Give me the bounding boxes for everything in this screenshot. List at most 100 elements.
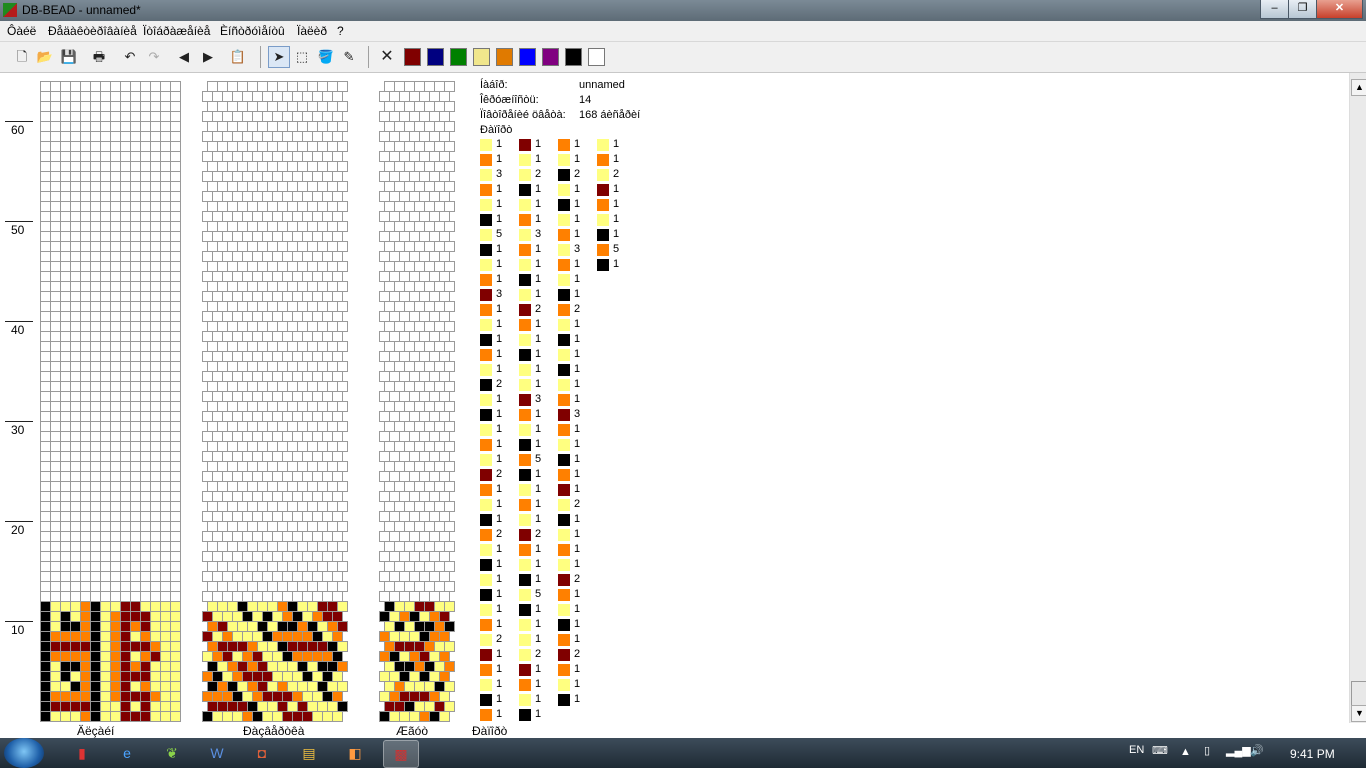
bead-count: 2 bbox=[496, 633, 503, 645]
palette-swatch[interactable] bbox=[519, 48, 536, 66]
dbbead-app-icon[interactable]: ▩ bbox=[383, 740, 419, 768]
leaf-app-icon[interactable]: ❦ bbox=[155, 740, 189, 766]
palette-swatch[interactable] bbox=[404, 48, 421, 66]
network-icon[interactable]: ▂▄▆ bbox=[1226, 744, 1251, 757]
bead-count: 1 bbox=[535, 348, 542, 360]
paint-app-icon[interactable]: ◧ bbox=[338, 740, 372, 766]
bead-count: 1 bbox=[496, 678, 503, 690]
eyedropper-icon[interactable]: ✎ bbox=[339, 47, 359, 67]
bead-count: 2 bbox=[496, 378, 503, 390]
menu-view[interactable]: Ïòîáðàæåíèå bbox=[143, 24, 210, 38]
menu-help[interactable]: ? bbox=[337, 24, 344, 38]
bead-count: 1 bbox=[574, 618, 581, 630]
scroll-down-icon[interactable]: ▼ bbox=[1351, 705, 1366, 722]
menu-bar: Ôàéë Ðåäàêòèðîâàíèå Ïòîáðàæåíèå Èíñòðóìå… bbox=[0, 21, 1366, 42]
scroll-thumb[interactable] bbox=[1351, 681, 1366, 707]
bead-color-swatch bbox=[558, 634, 570, 646]
new-file-icon[interactable]: 🗋 bbox=[12, 47, 32, 67]
bead-count: 1 bbox=[535, 198, 542, 210]
bead-count: 1 bbox=[496, 648, 503, 660]
palette-swatch[interactable] bbox=[496, 48, 513, 66]
save-icon[interactable]: 💾 bbox=[59, 47, 79, 67]
start-button[interactable] bbox=[4, 738, 44, 768]
bead-count: 2 bbox=[613, 168, 620, 180]
bead-cell[interactable] bbox=[170, 711, 181, 722]
bead-color-swatch bbox=[480, 499, 492, 511]
bead-cell[interactable] bbox=[332, 711, 343, 722]
language-indicator[interactable]: EN bbox=[1129, 744, 1144, 756]
ruler-label: 20 bbox=[11, 523, 25, 537]
bead-color-swatch bbox=[597, 199, 609, 211]
bead-count: 1 bbox=[574, 213, 581, 225]
bead-color-swatch bbox=[480, 364, 492, 376]
close-button[interactable]: ✕ bbox=[1316, 0, 1363, 19]
select-rect-icon[interactable]: ⬚ bbox=[292, 47, 312, 67]
bead-count: 1 bbox=[496, 498, 503, 510]
bead-cell[interactable] bbox=[439, 711, 450, 722]
menu-palette[interactable]: Ïàëèð bbox=[297, 24, 327, 38]
print-icon[interactable]: 🖶 bbox=[89, 47, 109, 67]
menu-tools[interactable]: Èíñòðóìåíòû bbox=[220, 24, 285, 38]
palette-swatch[interactable] bbox=[473, 48, 490, 66]
report-heading: Ðàïîðò bbox=[480, 124, 513, 136]
bead-color-swatch bbox=[519, 664, 531, 676]
bead-color-swatch bbox=[558, 349, 570, 361]
bead-count: 1 bbox=[574, 663, 581, 675]
bead-count: 1 bbox=[613, 183, 620, 195]
clock[interactable]: 9:41 PM bbox=[1290, 747, 1335, 761]
bead-color-swatch bbox=[519, 379, 531, 391]
open-folder-icon[interactable]: 📂 bbox=[35, 47, 55, 67]
bead-color-swatch bbox=[480, 604, 492, 616]
scroll-up-icon[interactable]: ▲ bbox=[1351, 79, 1366, 96]
ie-icon[interactable]: e bbox=[110, 740, 144, 766]
bead-color-swatch bbox=[558, 469, 570, 481]
show-hidden-icon[interactable]: ▲ bbox=[1180, 746, 1191, 758]
bead-color-swatch bbox=[519, 559, 531, 571]
ruler-tick bbox=[5, 221, 33, 222]
bead-count: 1 bbox=[535, 423, 542, 435]
clear-color-icon[interactable]: ✕ bbox=[377, 47, 397, 67]
book-app-icon[interactable]: ▮ bbox=[65, 740, 99, 766]
bead-count: 1 bbox=[613, 138, 620, 150]
palette-swatch[interactable] bbox=[450, 48, 467, 66]
battery-icon[interactable]: ▯ bbox=[1204, 744, 1210, 757]
design-grid[interactable] bbox=[40, 81, 186, 722]
bead-count: 1 bbox=[574, 318, 581, 330]
bead-count: 1 bbox=[535, 558, 542, 570]
explorer-icon[interactable]: ▤ bbox=[292, 740, 326, 766]
bead-count: 2 bbox=[535, 303, 542, 315]
arrow-right-icon[interactable]: ▶ bbox=[198, 47, 218, 67]
title-bar: DB-BEAD - unnamed* – ❐ ✕ bbox=[0, 0, 1366, 21]
bead-count: 1 bbox=[496, 708, 503, 720]
arrow-left-icon[interactable]: ◀ bbox=[174, 47, 194, 67]
palette-swatch[interactable] bbox=[427, 48, 444, 66]
bead-count: 1 bbox=[535, 273, 542, 285]
maximize-button[interactable]: ❐ bbox=[1288, 0, 1317, 19]
menu-edit[interactable]: Ðåäàêòèðîâàíèå bbox=[48, 24, 137, 38]
pointer-icon[interactable]: ➤ bbox=[268, 46, 290, 68]
taskbar: ▮ e ❦ W ◘ ▤ ◧ ▩ EN ⌨ ▲ ▯ ▂▄▆ 🔊 9:41 PM bbox=[0, 738, 1366, 768]
minimize-button[interactable]: – bbox=[1260, 0, 1289, 19]
palette-swatch[interactable] bbox=[565, 48, 582, 66]
fill-bucket-icon[interactable]: 🪣 bbox=[316, 47, 336, 67]
paste-icon[interactable]: 📋 bbox=[228, 47, 248, 67]
word-icon[interactable]: W bbox=[200, 740, 234, 766]
vertical-scrollbar[interactable]: ▲ ▼ bbox=[1349, 73, 1366, 723]
undo-icon[interactable]: ↶ bbox=[120, 47, 140, 67]
ruler-tick bbox=[5, 321, 33, 322]
menu-file[interactable]: Ôàéë bbox=[7, 24, 36, 38]
palette-swatch[interactable] bbox=[542, 48, 559, 66]
bead-color-swatch bbox=[597, 154, 609, 166]
pdf-app-icon[interactable]: ◘ bbox=[245, 740, 279, 766]
keyboard-icon[interactable]: ⌨ bbox=[1152, 744, 1168, 757]
volume-icon[interactable]: 🔊 bbox=[1250, 744, 1264, 757]
bead-color-swatch bbox=[480, 199, 492, 211]
bead-color-swatch bbox=[519, 409, 531, 421]
rope-grid[interactable] bbox=[379, 81, 455, 722]
redo-icon[interactable]: ↷ bbox=[144, 47, 164, 67]
bead-count: 1 bbox=[535, 513, 542, 525]
palette-swatch[interactable] bbox=[588, 48, 605, 66]
bead-count: 1 bbox=[496, 513, 503, 525]
spread-grid[interactable] bbox=[202, 81, 348, 722]
bead-color-swatch bbox=[480, 454, 492, 466]
